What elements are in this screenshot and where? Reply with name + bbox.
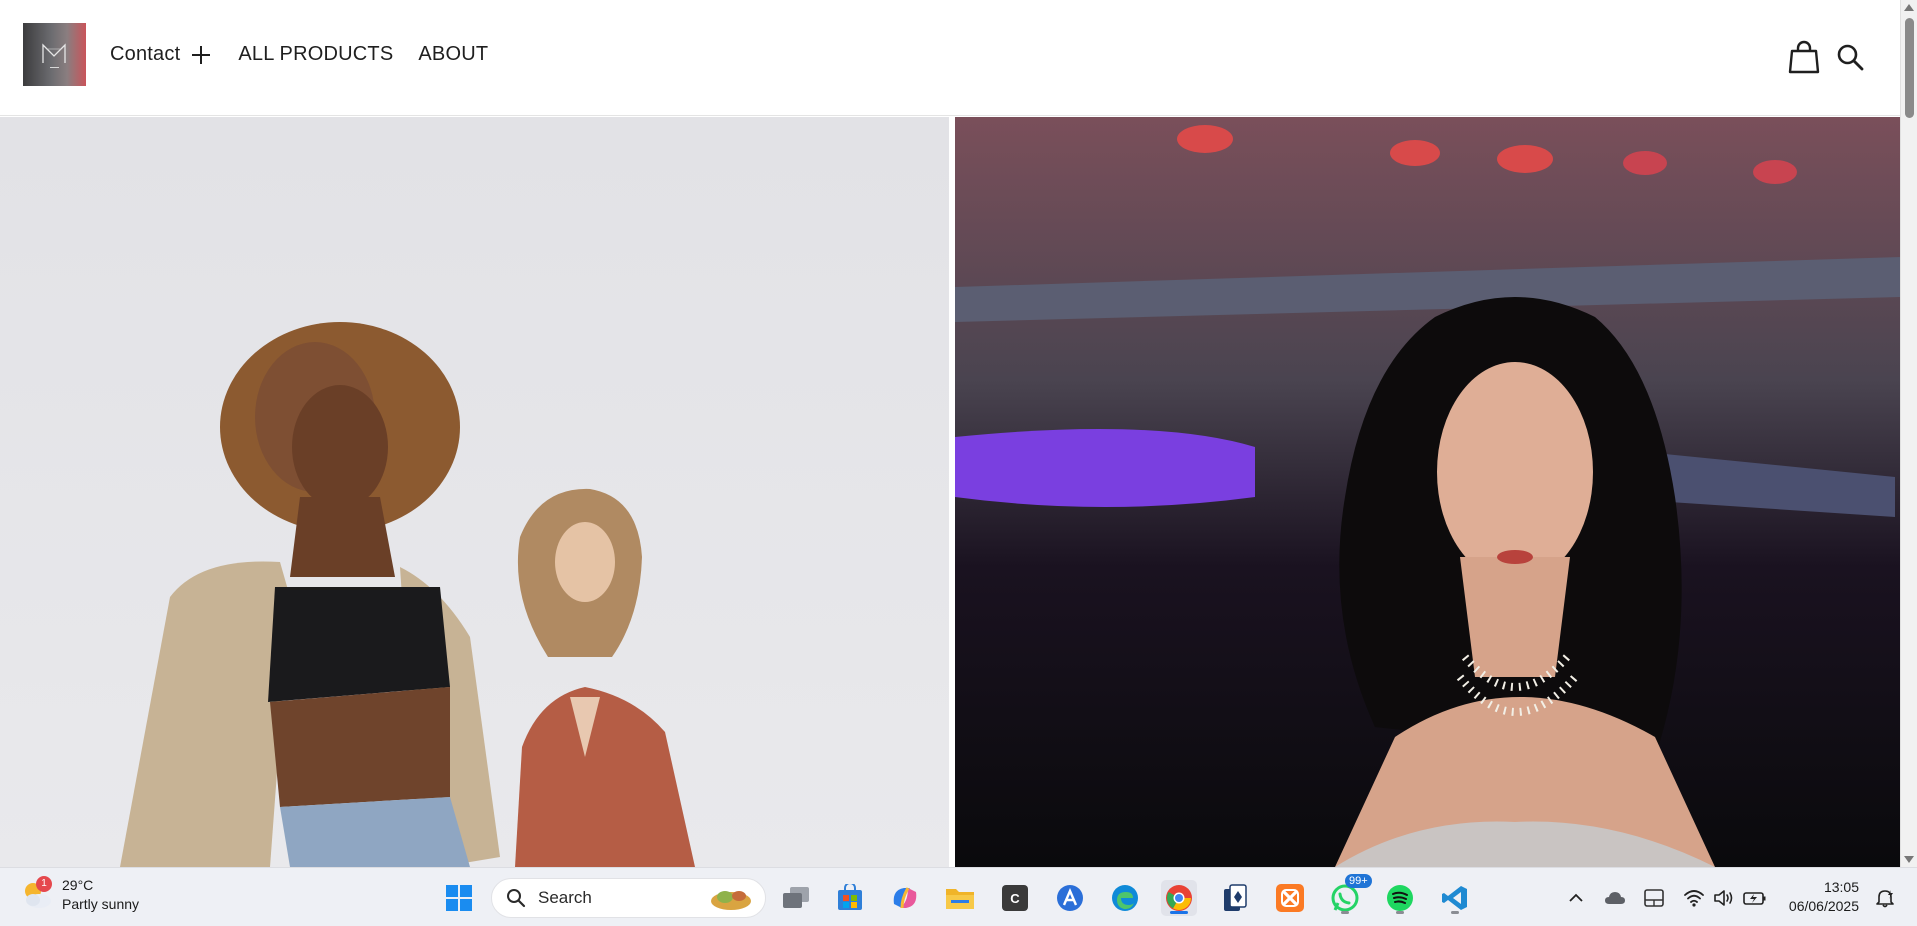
scroll-down-icon[interactable] — [1904, 856, 1914, 863]
weather-temp: 29°C — [62, 877, 94, 893]
microsoft-store-icon[interactable] — [832, 880, 868, 916]
main-nav: Contact ALL PRODUCTS ABOUT — [110, 43, 513, 66]
c-app-icon[interactable]: C — [997, 880, 1033, 916]
hero-gallery — [0, 117, 1900, 867]
running-indicator — [1396, 911, 1404, 914]
header-actions — [1788, 40, 1864, 79]
task-view-icon[interactable] — [778, 880, 814, 916]
nav-contact[interactable]: Contact — [110, 43, 211, 66]
onedrive-cloud-icon[interactable] — [1603, 886, 1627, 910]
clock-date: 06/06/2025 — [1788, 898, 1859, 914]
spotify-icon[interactable] — [1382, 880, 1418, 916]
windows-taskbar: 1 29°C Partly sunny Search C 99+ 13:05 0… — [0, 867, 1917, 926]
weather-widget[interactable]: 1 29°C Partly sunny — [20, 876, 139, 914]
taskbar-search[interactable]: Search — [491, 878, 766, 918]
nav-contact-label: Contact — [110, 43, 181, 65]
search-icon — [507, 889, 526, 908]
nav-all-products[interactable]: ALL PRODUCTS — [238, 43, 393, 66]
nav-about[interactable]: ABOUT — [418, 43, 488, 66]
volume-icon[interactable] — [1712, 886, 1736, 910]
weather-badge: 1 — [36, 876, 52, 892]
search-icon[interactable] — [1836, 43, 1864, 76]
a-app-icon[interactable] — [1052, 880, 1088, 916]
file-explorer-icon[interactable] — [942, 880, 978, 916]
scroll-thumb[interactable] — [1905, 18, 1914, 118]
photo-illustration — [120, 322, 695, 867]
plus-icon[interactable] — [192, 45, 211, 64]
edge-icon[interactable] — [1107, 880, 1143, 916]
page-scrollbar[interactable] — [1900, 0, 1917, 867]
tablet-mode-icon[interactable] — [1642, 886, 1666, 910]
logo-monogram-icon — [42, 43, 66, 68]
search-highlight-icon — [711, 891, 751, 910]
whatsapp-icon[interactable]: 99+ — [1327, 874, 1372, 916]
site-header: Contact ALL PRODUCTS ABOUT — [0, 0, 1900, 116]
running-indicator — [1170, 911, 1188, 914]
svg-text:C: C — [1010, 891, 1020, 906]
brand-logo[interactable] — [23, 23, 86, 86]
xampp-icon[interactable] — [1272, 880, 1308, 916]
running-indicator — [1341, 911, 1349, 914]
notification-bell-icon[interactable] — [1873, 886, 1897, 910]
fashion-models-photo[interactable] — [0, 117, 949, 867]
scroll-up-icon[interactable] — [1904, 4, 1914, 11]
model-pearl-necklace-photo[interactable] — [955, 117, 1900, 867]
solitaire-icon[interactable] — [1217, 880, 1253, 916]
vscode-icon[interactable] — [1437, 880, 1473, 916]
partly-sunny-icon: 1 — [20, 876, 54, 912]
wifi-icon[interactable] — [1682, 886, 1706, 910]
system-clock[interactable]: 13:05 06/06/2025 — [1789, 878, 1859, 916]
running-indicator — [1451, 911, 1459, 914]
search-label: Search — [538, 888, 592, 907]
shopping-bag-icon[interactable] — [1788, 40, 1820, 79]
windows-start-icon[interactable] — [441, 880, 477, 916]
battery-charging-icon[interactable] — [1743, 886, 1767, 910]
chrome-icon[interactable] — [1161, 880, 1197, 916]
whatsapp-badge: 99+ — [1345, 874, 1372, 888]
photo-illustration — [955, 117, 1900, 867]
copilot-icon[interactable] — [887, 880, 923, 916]
weather-condition: Partly sunny — [62, 896, 140, 912]
show-hidden-icons-chevron-up-icon[interactable] — [1564, 886, 1588, 910]
clock-time: 13:05 — [1823, 879, 1859, 895]
